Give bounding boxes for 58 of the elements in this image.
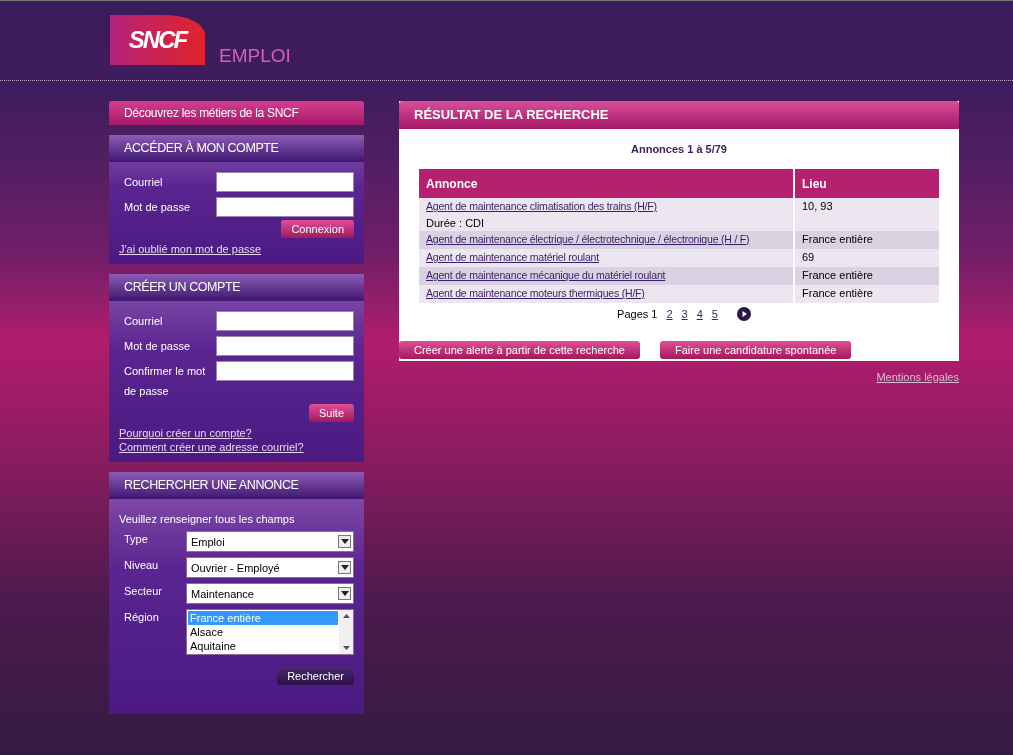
page-link[interactable]: 4 <box>696 308 703 320</box>
list-option[interactable]: Aquitaine <box>188 639 338 653</box>
field-label: Niveau <box>123 558 159 573</box>
panel-title: ACCÉDER À MON COMPTE <box>109 135 364 162</box>
submit-button[interactable]: Connexion <box>281 220 354 238</box>
location-text: 69 <box>802 251 815 263</box>
page-link[interactable]: 3 <box>681 308 688 320</box>
scroll-up-icon[interactable] <box>342 614 350 618</box>
input-field[interactable] <box>216 361 354 381</box>
panel-title: RECHERCHER UNE ANNONCE <box>109 472 364 499</box>
pages-label: Pages <box>617 308 649 320</box>
field-label: Région <box>123 610 159 625</box>
results-count: Annonces 1 à 5/79 <box>630 143 728 155</box>
field-label: Confirmer le mot de passe <box>123 364 207 399</box>
current-page: 1 <box>651 308 658 320</box>
field-label: Type <box>123 532 148 547</box>
help-link[interactable]: J'ai oublié mon mot de passe <box>119 242 262 256</box>
input-field[interactable] <box>216 172 354 192</box>
help-link[interactable]: Comment créer une adresse courriel? <box>119 440 304 454</box>
action-button[interactable]: Faire une candidature spontanée <box>659 341 852 359</box>
field-label: Secteur <box>123 584 162 599</box>
column-header: Lieu <box>794 169 939 198</box>
help-link[interactable]: Pourquoi créer un compte? <box>119 426 252 440</box>
input-field[interactable] <box>216 311 354 331</box>
region-listbox[interactable]: France entière Alsace Aquitaine <box>186 609 354 655</box>
location-text: France entière <box>802 233 873 245</box>
field-label: Mot de passe <box>123 200 192 215</box>
site-title: EMPLOI <box>219 45 291 67</box>
dropdown[interactable]: Emploi <box>186 531 354 552</box>
instruction-text: Veuillez renseigner tous les champs <box>119 513 296 525</box>
list-option[interactable]: Alsace <box>188 625 338 639</box>
page-link[interactable]: 2 <box>666 308 673 320</box>
action-button[interactable]: Créer une alerte à partir de cette recherche <box>399 341 640 359</box>
next-page-icon[interactable] <box>736 307 751 321</box>
dropdown[interactable]: Maintenance <box>186 583 354 604</box>
panel-title: RÉSULTAT DE LA RECHERCHE <box>399 101 959 129</box>
panel-title: CRÉER UN COMPTE <box>109 274 364 301</box>
location-text: France entière <box>802 269 873 281</box>
location-text: France entière <box>802 287 873 299</box>
search-button[interactable]: Rechercher <box>277 667 354 685</box>
column-header: Annonce <box>419 169 794 198</box>
field-label: Courriel <box>123 175 164 190</box>
sncf-logo[interactable]: SNCF <box>110 15 205 65</box>
dropdown[interactable]: Ouvrier - Employé <box>186 557 354 578</box>
field-label: Mot de passe <box>123 339 192 354</box>
input-field[interactable] <box>216 336 354 356</box>
job-link[interactable]: Agent de maintenance climatisation des trains (H/F) <box>426 200 657 212</box>
page-link[interactable]: 5 <box>711 308 718 320</box>
contract-type: Durée : CDI <box>426 217 486 229</box>
location-text: 10, 93 <box>802 200 833 212</box>
submit-button[interactable]: Suite <box>308 404 354 422</box>
field-label: Courriel <box>123 314 164 329</box>
discover-button[interactable]: Découvrez les métiers de la SNCF <box>109 101 364 125</box>
logo-text: SNCF <box>128 26 187 54</box>
legal-link[interactable]: Mentions légales <box>876 371 959 383</box>
input-field[interactable] <box>216 197 354 217</box>
scrollbar[interactable] <box>339 610 353 654</box>
scroll-down-icon[interactable] <box>342 646 350 650</box>
